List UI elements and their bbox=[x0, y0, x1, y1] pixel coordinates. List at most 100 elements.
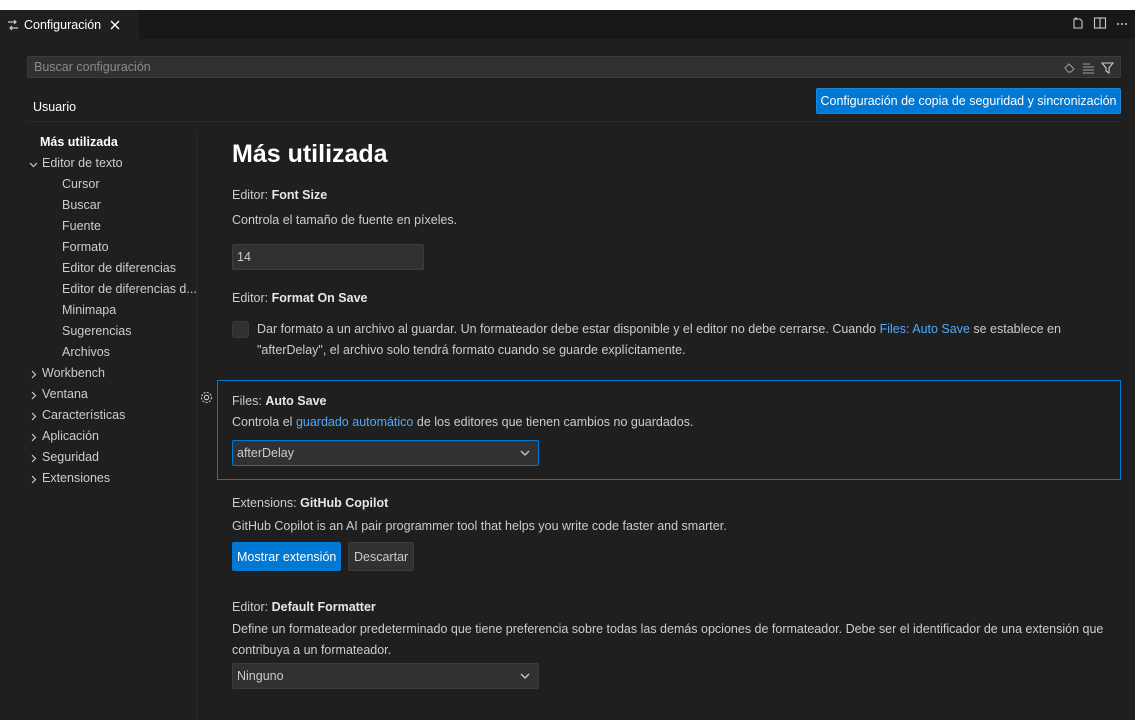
auto-save-doc-link[interactable]: guardado automático bbox=[296, 415, 413, 429]
setting-title-auto-save: Files: Auto Save bbox=[232, 394, 326, 408]
toc-item-label: Sugerencias bbox=[62, 324, 132, 338]
search-input[interactable] bbox=[34, 60, 1063, 74]
settings-scope-tabs: Usuario bbox=[27, 94, 83, 122]
search-actions bbox=[1063, 61, 1115, 74]
toc-item-label: Archivos bbox=[62, 345, 110, 359]
settings-window: Configuración Buscar configuración Usuar… bbox=[0, 10, 1135, 720]
open-settings-json-icon[interactable] bbox=[1071, 16, 1085, 30]
filter-icon[interactable] bbox=[1100, 61, 1115, 74]
chevron-right-icon bbox=[27, 472, 40, 485]
chevron-right-icon bbox=[27, 451, 40, 464]
toc-item[interactable]: Sugerencias bbox=[27, 321, 197, 342]
toc-item[interactable]: Fuente bbox=[27, 216, 197, 237]
toc-item-label: Cursor bbox=[62, 177, 100, 191]
description-text: Define un formateador predeterminado que… bbox=[232, 622, 1104, 636]
description-text: Dar formato a un archivo al guardar. Un … bbox=[257, 322, 880, 336]
toc-item-label: Editor de texto bbox=[42, 156, 123, 170]
toc-item-label: Seguridad bbox=[42, 450, 99, 464]
setting-category: Editor: bbox=[232, 291, 272, 305]
setting-name: Auto Save bbox=[265, 394, 327, 408]
toc-item-label: Buscar bbox=[62, 198, 101, 212]
chevron-down-icon bbox=[518, 446, 532, 460]
toc-item[interactable]: Aplicación bbox=[27, 426, 197, 447]
toc-item-label: Aplicación bbox=[42, 429, 99, 443]
chevron-right-icon bbox=[27, 430, 40, 443]
settings-toc: Más utilizada Editor de texto Cursor Buscar… bbox=[27, 132, 197, 489]
setting-category: Extensions: bbox=[232, 496, 301, 510]
chevron-right-icon bbox=[27, 409, 40, 422]
setting-title-font-size: Editor: Font Size bbox=[232, 188, 327, 202]
toc-item-label: Editor de diferencias d... bbox=[62, 282, 197, 296]
clear-search-icon[interactable] bbox=[1063, 61, 1076, 74]
toc-item[interactable]: Características bbox=[27, 405, 197, 426]
font-size-input[interactable]: 14 bbox=[232, 244, 424, 270]
backup-sync-button[interactable]: Configuración de copia de seguridad y si… bbox=[816, 88, 1121, 114]
description-text: se establece en bbox=[969, 322, 1061, 336]
dismiss-button[interactable]: Descartar bbox=[348, 542, 415, 571]
split-editor-icon[interactable] bbox=[1093, 16, 1107, 30]
toc-item[interactable]: Extensiones bbox=[27, 468, 197, 489]
toc-item[interactable]: Editor de diferencias d... bbox=[27, 279, 197, 300]
show-extension-button[interactable]: Mostrar extensión bbox=[232, 542, 342, 571]
setting-name: Font Size bbox=[271, 188, 328, 202]
setting-description: Define un formateador predeterminado que… bbox=[232, 619, 1112, 661]
default-formatter-select[interactable]: Ninguno bbox=[232, 663, 539, 689]
setting-description: Dar formato a un archivo al guardar. Un … bbox=[257, 319, 1107, 361]
auto-save-select[interactable]: afterDelay bbox=[232, 440, 539, 466]
toc-item[interactable]: Más utilizada bbox=[27, 132, 197, 153]
toc-item[interactable]: Ventana bbox=[27, 384, 197, 405]
setting-name: Default Formatter bbox=[271, 600, 376, 614]
auto-save-link[interactable]: Files: Auto Save bbox=[880, 322, 970, 336]
description-text: Controla el bbox=[232, 415, 296, 429]
setting-category: Editor: bbox=[232, 188, 272, 202]
setting-name: Format On Save bbox=[271, 291, 368, 305]
toc-item-label: Editor de diferencias bbox=[62, 261, 176, 275]
toc-item[interactable]: Workbench bbox=[27, 363, 197, 384]
toc-item-label: Características bbox=[42, 408, 126, 422]
setting-title-format-on-save: Editor: Format On Save bbox=[232, 291, 367, 305]
tab-bar: Configuración bbox=[0, 10, 1135, 39]
page-title: Más utilizada bbox=[232, 140, 388, 168]
select-value: Ninguno bbox=[237, 669, 284, 683]
format-on-save-checkbox[interactable] bbox=[232, 321, 249, 338]
toc-item-label: Formato bbox=[62, 240, 109, 254]
toc-item-label: Ventana bbox=[42, 387, 88, 401]
description-text: de los editores que tienen cambios no gu… bbox=[413, 415, 694, 429]
gear-icon[interactable] bbox=[199, 390, 214, 405]
setting-name: GitHub Copilot bbox=[300, 496, 389, 510]
clear-filter-icon[interactable] bbox=[1082, 61, 1095, 74]
tab-user-settings[interactable]: Usuario bbox=[27, 94, 83, 122]
settings-search bbox=[27, 56, 1121, 78]
chevron-down-icon bbox=[27, 157, 40, 170]
description-text: contribuya a un formateador. bbox=[232, 643, 392, 657]
setting-category: Editor: bbox=[232, 600, 272, 614]
editor-actions bbox=[1071, 16, 1129, 30]
setting-title-default-formatter: Editor: Default Formatter bbox=[232, 600, 376, 614]
tab-settings[interactable]: Configuración bbox=[0, 10, 139, 39]
chevron-right-icon bbox=[27, 367, 40, 380]
toc-item[interactable]: Minimapa bbox=[27, 300, 197, 321]
chevron-down-icon bbox=[518, 669, 532, 683]
settings-tab-icon bbox=[6, 18, 20, 32]
chevron-right-icon bbox=[27, 388, 40, 401]
toc-item[interactable]: Editor de diferencias bbox=[27, 258, 197, 279]
setting-description: Controla el tamaño de fuente en píxeles. bbox=[232, 213, 458, 227]
toc-item[interactable]: Editor de texto bbox=[27, 153, 197, 174]
toc-item[interactable]: Cursor bbox=[27, 174, 197, 195]
setting-title-copilot: Extensions: GitHub Copilot bbox=[232, 496, 388, 510]
toc-divider bbox=[196, 132, 197, 720]
more-actions-icon[interactable] bbox=[1115, 16, 1129, 30]
toc-item[interactable]: Archivos bbox=[27, 342, 197, 363]
description-text: "afterDelay", el archivo solo tendrá for… bbox=[257, 343, 686, 357]
toc-item[interactable]: Seguridad bbox=[27, 447, 197, 468]
toc-item[interactable]: Formato bbox=[27, 237, 197, 258]
toc-item-label: Workbench bbox=[42, 366, 105, 380]
toc-item-label: Extensiones bbox=[42, 471, 111, 485]
toc-item-label: Más utilizada bbox=[40, 135, 118, 149]
tab-title: Configuración bbox=[24, 17, 102, 32]
toc-item[interactable]: Buscar bbox=[27, 195, 197, 216]
setting-description: Controla el guardado automático de los e… bbox=[232, 412, 693, 433]
select-value: afterDelay bbox=[237, 446, 294, 460]
toc-item-label: Fuente bbox=[62, 219, 101, 233]
close-icon[interactable] bbox=[108, 18, 122, 32]
